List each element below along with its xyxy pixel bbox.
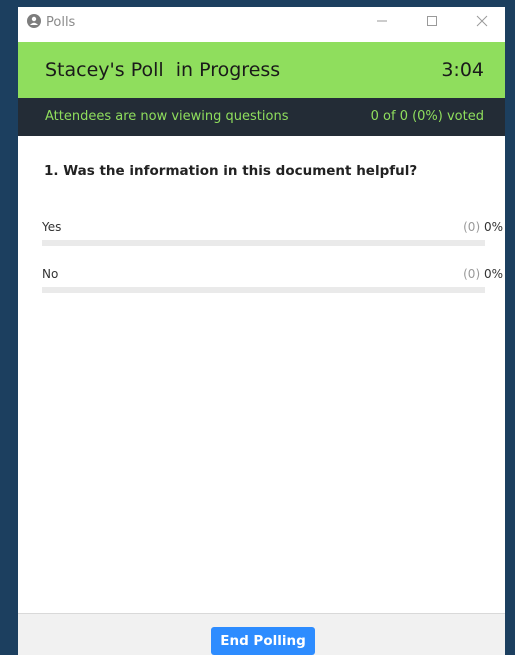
polls-window: Polls Stacey's Poll in Progress 3:04 Att… (18, 7, 505, 655)
option-label: No (42, 267, 59, 281)
option-percent: 0% (483, 267, 503, 281)
vote-count: 0 of 0 (0%) voted (370, 109, 484, 124)
minimize-icon (376, 14, 388, 32)
title-bar: Polls (18, 7, 505, 42)
close-icon (476, 14, 488, 32)
maximize-button[interactable] (409, 7, 455, 39)
poll-footer: End Polling (18, 613, 505, 655)
poll-title: Stacey's Poll in Progress (45, 59, 281, 81)
zoom-polls-icon (27, 14, 41, 28)
poll-timer: 3:04 (441, 59, 484, 81)
poll-header: Stacey's Poll in Progress 3:04 (18, 42, 505, 98)
minimize-button[interactable] (359, 7, 405, 39)
option-count: (0) (463, 267, 481, 281)
status-bar: Attendees are now viewing questions 0 of… (18, 98, 505, 136)
option-stats: (0) 0% (463, 220, 503, 234)
option-count: (0) (463, 220, 481, 234)
question-title: 1. Was the information in this document … (44, 163, 418, 179)
close-button[interactable] (459, 7, 505, 39)
maximize-icon (426, 14, 438, 32)
option-stats: (0) 0% (463, 267, 503, 281)
option-progress-track (42, 287, 485, 293)
option-label: Yes (42, 220, 62, 234)
option-progress-track (42, 240, 485, 246)
option-percent: 0% (483, 220, 503, 234)
end-polling-button[interactable]: End Polling (211, 627, 315, 655)
window-title: Polls (46, 15, 76, 30)
status-message: Attendees are now viewing questions (45, 109, 289, 124)
